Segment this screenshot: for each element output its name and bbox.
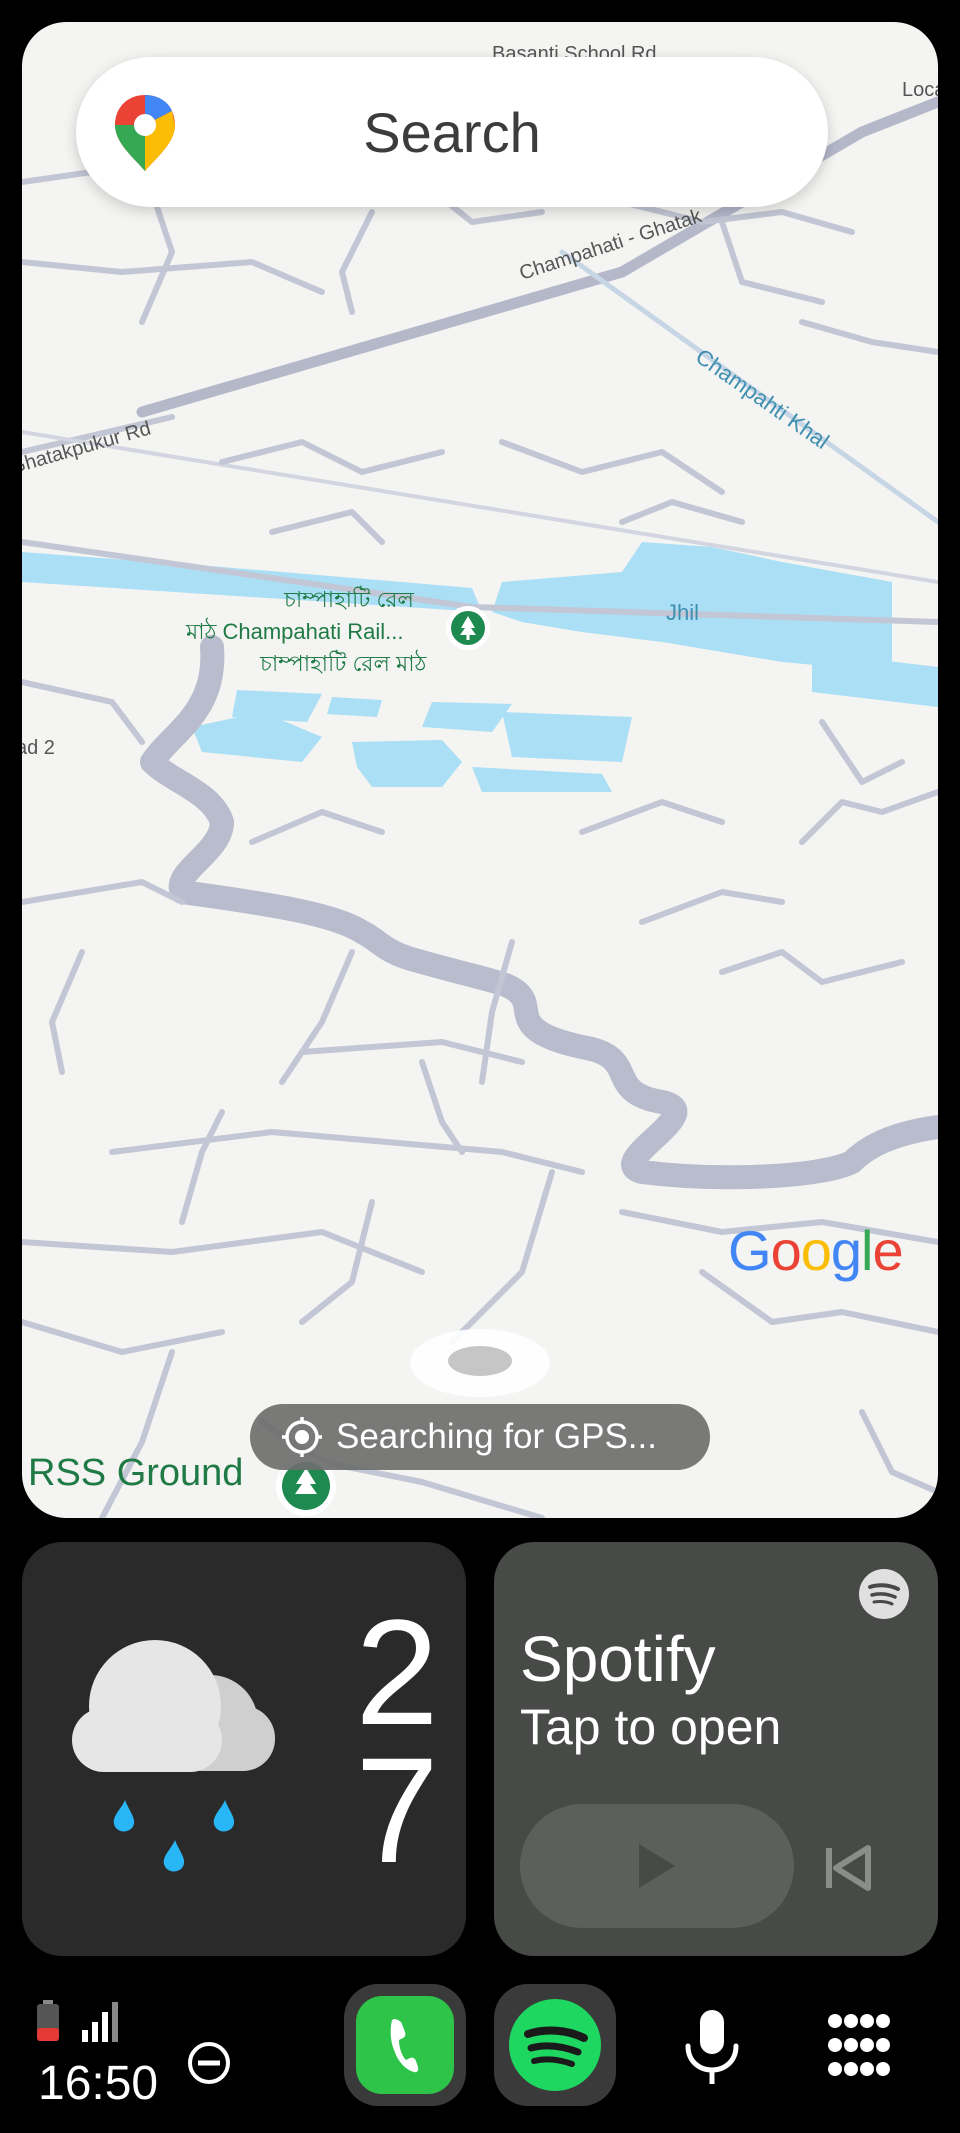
water-body — [352, 740, 462, 787]
rain-cloud-icon — [72, 1640, 275, 1872]
google-logo-letter: o — [800, 1219, 832, 1282]
gps-status-text: Searching for GPS... — [336, 1417, 657, 1456]
spotify-app-button[interactable] — [494, 1984, 616, 2106]
status-clock: 16:50 — [38, 2057, 159, 2110]
poi-rail-label-line2: মাঠ Champahati Rail... — [185, 618, 403, 644]
map-road-label: Ghatakpukur Rd — [22, 418, 153, 479]
phone-app-button[interactable] — [344, 1984, 466, 2106]
spotify-title: Spotify — [520, 1623, 716, 1695]
water-body — [422, 702, 512, 732]
skip-previous-icon[interactable] — [812, 1832, 884, 1904]
poi-rail-label-line3: চাম্পাহাটি রেল মাঠ — [259, 650, 428, 676]
search-input[interactable]: Search — [76, 100, 828, 165]
map-water-label: Jhil — [666, 600, 699, 625]
gps-target-icon — [282, 1417, 322, 1457]
park-pin-icon[interactable] — [442, 602, 494, 654]
temperature-value: 27 — [313, 1588, 466, 1864]
taskbar: 16:50 — [0, 1966, 960, 2133]
google-logo-letter: G — [728, 1219, 772, 1282]
poi-rss-label: RSS Ground — [28, 1452, 244, 1494]
google-logo-letter: e — [872, 1219, 903, 1282]
spotify-logo-icon — [859, 1569, 909, 1619]
map-canvas[interactable]: Basanti School Rd Local Champahati - Gha… — [22, 22, 938, 1518]
google-logo-letter: l — [861, 1219, 873, 1282]
spotify-subtitle: Tap to open — [520, 1699, 782, 1755]
phone-icon — [356, 1996, 454, 2094]
water-body — [502, 712, 632, 762]
map-road-label: Local — [902, 79, 938, 101]
map-search-bar[interactable]: Search — [76, 57, 828, 207]
google-logo-letter: g — [830, 1219, 862, 1282]
battery-low-icon — [37, 2000, 59, 2041]
water-body — [472, 767, 612, 792]
poi-rail-label-line1: চাম্পাহাটি রেল — [283, 586, 414, 612]
google-logo: Google — [728, 1218, 904, 1283]
microphone-icon[interactable] — [680, 2008, 744, 2088]
signal-strength-icon — [82, 2002, 118, 2042]
spotify-icon — [509, 1999, 601, 2091]
app-launcher-icon[interactable] — [826, 2012, 892, 2078]
spotify-widget[interactable]: Spotify Tap to open — [494, 1542, 938, 1956]
minor-roads — [22, 139, 938, 1518]
google-logo-letter: o — [770, 1219, 802, 1282]
play-button[interactable] — [520, 1804, 794, 1928]
map-water-label: Champahti Khal — [691, 344, 834, 454]
google-maps-pin-icon — [115, 95, 175, 171]
play-icon — [639, 1844, 675, 1888]
gps-status-toast: Searching for GPS... — [250, 1404, 710, 1470]
weather-widget[interactable]: 27 — [22, 1542, 466, 1956]
water-body — [812, 652, 938, 707]
map-view[interactable]: Basanti School Rd Local Champahati - Gha… — [22, 22, 938, 1518]
map-road-label: ad 2 — [22, 737, 55, 759]
weather-temperature: 27 — [313, 1588, 466, 1928]
do-not-disturb-icon[interactable] — [186, 2040, 232, 2086]
water-body — [327, 697, 382, 717]
location-puck-icon — [410, 1329, 550, 1397]
